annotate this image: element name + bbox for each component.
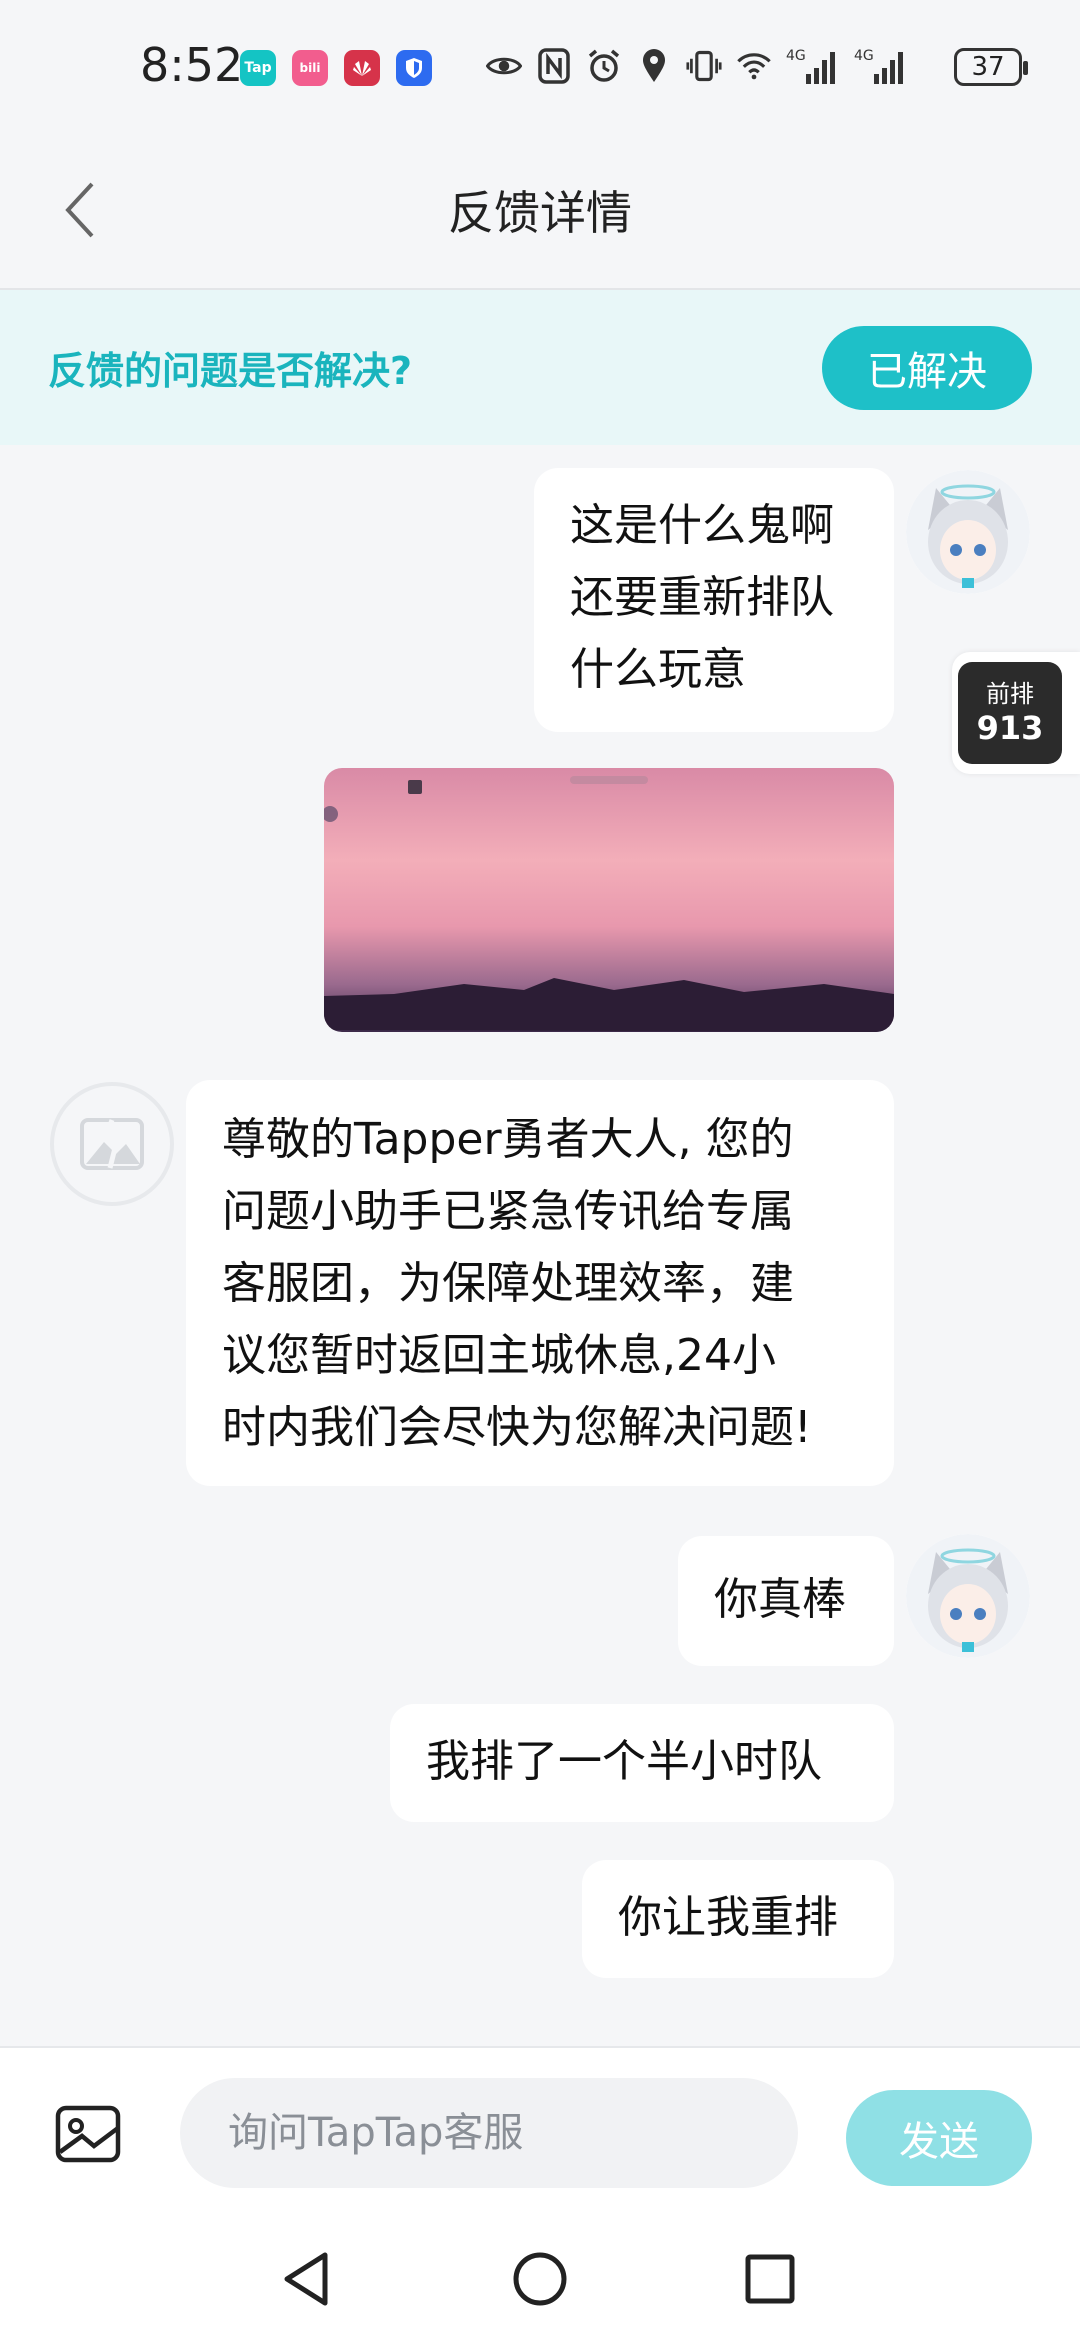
message-line: 时内我们会尽快为您解决问题! [222, 1402, 812, 1453]
taptap-app-icon: Tap [240, 50, 276, 86]
user-avatar-image [906, 470, 1030, 594]
header: 反馈详情 [0, 135, 1080, 290]
user-message-bubble: 你让我重排 [582, 1860, 894, 1978]
message-line: 什么玩意 [570, 644, 746, 695]
back-triangle-icon [284, 2252, 328, 2306]
signal-4g-icon: 4G [786, 46, 840, 86]
vibrate-icon [686, 46, 722, 86]
eye-icon [486, 46, 522, 86]
user-avatar-image [906, 1534, 1030, 1658]
message-line: 我排了一个半小时队 [426, 1736, 822, 1787]
notification-icons: Tap bili [240, 50, 432, 86]
message-line: 尊敬的Tapper勇者大人, 您的 [222, 1114, 794, 1165]
message-line: 你真棒 [714, 1574, 846, 1625]
system-icons: 4G 4G [486, 46, 908, 86]
message-line: 议您暂时返回主城休息,24小 [222, 1330, 776, 1381]
battery-indicator: 37 [954, 48, 1028, 86]
message-line: 这是什么鬼啊 [570, 500, 834, 551]
user-message-bubble: 这是什么鬼啊 还要重新排队 什么玩意 [534, 468, 894, 732]
page-title: 反馈详情 [448, 186, 632, 240]
user-message-bubble: 你真棒 [678, 1536, 894, 1666]
broken-image-icon [80, 1118, 144, 1170]
network-label: 4G [854, 48, 874, 64]
message-line: 客服团，为保障处理效率，建 [222, 1258, 794, 1309]
security-shield-icon [396, 50, 432, 86]
queue-count: 913 [976, 709, 1044, 747]
service-message-bubble: 尊敬的Tapper勇者大人, 您的 问题小助手已紧急传讯给专属 客服团，为保障处… [186, 1080, 894, 1486]
queue-widget[interactable]: 前排 913 [952, 652, 1080, 774]
image-upload-button[interactable] [52, 2098, 124, 2170]
user-avatar[interactable] [906, 470, 1030, 594]
message-input[interactable] [180, 2078, 798, 2188]
service-avatar[interactable] [50, 1082, 174, 1206]
nfc-icon [536, 46, 572, 86]
nav-home-button[interactable] [505, 2244, 575, 2314]
status-bar: 8:52 Tap bili 4G 4G 37 [0, 0, 1080, 135]
status-time: 8:52 [140, 38, 244, 92]
message-line: 还要重新排队 [570, 572, 834, 623]
user-message-bubble: 我排了一个半小时队 [390, 1704, 894, 1822]
send-button[interactable]: 发送 [846, 2090, 1032, 2186]
resolved-button[interactable]: 已解决 [822, 326, 1032, 410]
bilibili-app-icon: bili [292, 50, 328, 86]
message-line: 你让我重排 [618, 1892, 838, 1943]
system-nav-bar [0, 2216, 1080, 2340]
screenshot-landscape [324, 776, 894, 1032]
queue-card: 前排 913 [958, 662, 1062, 764]
input-bar: 发送 [0, 2046, 1080, 2218]
message-screenshot-image[interactable] [324, 768, 894, 1032]
message-line: 问题小助手已紧急传讯给专属 [222, 1186, 794, 1237]
user-avatar[interactable] [906, 1534, 1030, 1658]
queue-label: 前排 [986, 680, 1034, 708]
battery-level: 37 [971, 52, 1005, 82]
huawei-app-icon [344, 50, 380, 86]
wifi-icon [736, 46, 772, 86]
signal-4g-icon: 4G [854, 46, 908, 86]
alarm-icon [586, 46, 622, 86]
nav-back-button[interactable] [272, 2244, 342, 2314]
nav-recents-button[interactable] [735, 2244, 805, 2314]
home-circle-icon [513, 2252, 567, 2306]
feedback-resolved-banner: 反馈的问题是否解决? 已解决 [0, 290, 1080, 445]
recents-square-icon [745, 2254, 795, 2304]
resolved-question: 反馈的问题是否解决? [48, 349, 413, 393]
location-icon [636, 46, 672, 86]
image-icon [55, 2105, 121, 2163]
network-label: 4G [786, 48, 806, 64]
